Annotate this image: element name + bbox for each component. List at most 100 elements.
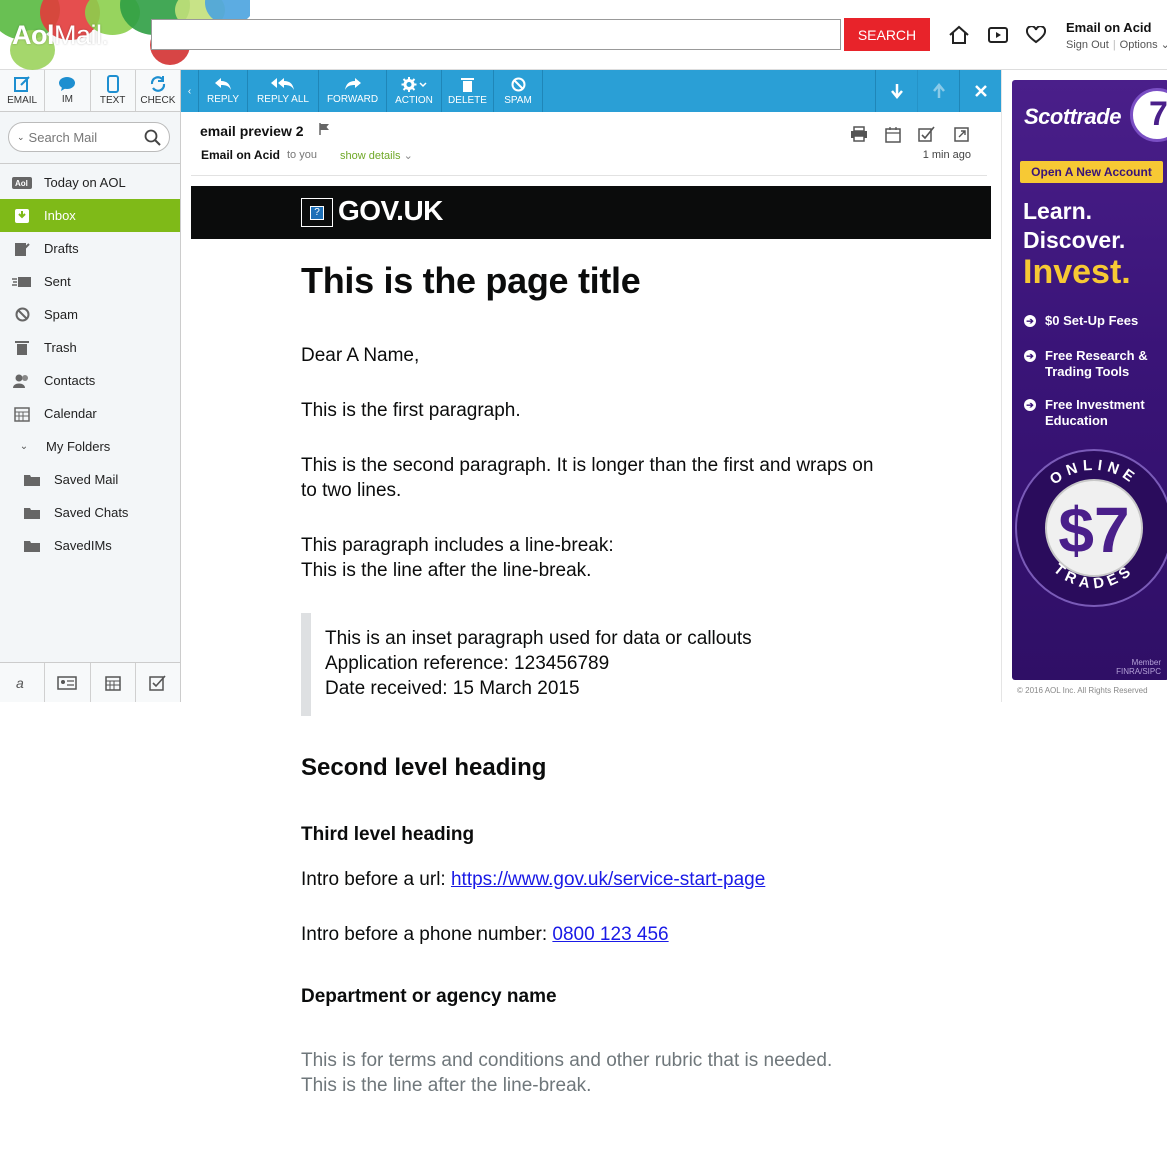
chevron-down-icon[interactable]: ⌄ — [17, 132, 25, 143]
sidebar-item-savedims[interactable]: SavedIMs — [0, 529, 180, 562]
heart-icon[interactable] — [1024, 23, 1048, 47]
compose-email-label: EMAIL — [7, 95, 38, 106]
show-details-link[interactable]: show details ⌄ — [340, 149, 413, 162]
search-button[interactable]: SEARCH — [844, 18, 930, 51]
compose-im-button[interactable]: IM — [45, 70, 91, 111]
left-sidebar: EMAIL IM TEXT CHECK ⌄ Search Mail Aol To… — [0, 70, 181, 702]
sidebar-item-saved-chats[interactable]: Saved Chats — [0, 496, 180, 529]
forward-button[interactable]: FORWARD — [319, 70, 387, 112]
check-mail-button[interactable]: CHECK — [136, 70, 180, 111]
second-level-heading: Second level heading — [301, 754, 547, 781]
open-account-button[interactable]: Open A New Account — [1020, 161, 1163, 183]
sent-icon — [12, 274, 32, 290]
flag-icon[interactable] — [319, 123, 330, 135]
add-task-button[interactable] — [917, 124, 937, 144]
reply-all-label: REPLY ALL — [257, 94, 309, 105]
application-reference: Application reference: 123456789 — [325, 653, 610, 674]
tasks-app-button[interactable] — [136, 663, 180, 702]
contacts-app-button[interactable] — [45, 663, 91, 702]
mail-app-button[interactable]: a — [0, 663, 46, 702]
sidebar-item-saved-mail[interactable]: Saved Mail — [0, 463, 180, 496]
department-name: Department or agency name — [301, 986, 557, 1007]
next-message-button[interactable] — [875, 70, 917, 112]
contacts-icon — [12, 373, 32, 389]
service-start-link[interactable]: https://www.gov.uk/service-start-page — [451, 869, 765, 890]
web-search-input[interactable] — [151, 19, 841, 50]
sidebar-item-contacts[interactable]: Contacts — [0, 364, 180, 397]
compose-email-button[interactable]: EMAIL — [0, 70, 46, 111]
previous-message-button[interactable] — [917, 70, 959, 112]
ad-invest: Invest. — [1023, 253, 1131, 291]
check-label: CHECK — [140, 95, 176, 106]
video-icon[interactable] — [986, 23, 1010, 47]
url-intro: Intro before a url: — [301, 869, 451, 890]
ad-tagline: Learn. Discover. — [1023, 197, 1125, 255]
ad-feature: ➔ $0 Set-Up Fees — [1024, 313, 1164, 329]
phone-link[interactable]: 0800 123 456 — [552, 924, 668, 945]
sidebar-item-label: Spam — [44, 307, 78, 322]
inset-callout: This is an inset paragraph used for data… — [301, 613, 901, 716]
action-menu-button[interactable]: ACTION — [387, 70, 442, 112]
reply-label: REPLY — [206, 94, 240, 105]
phone-icon — [106, 75, 119, 93]
chevron-down-icon[interactable]: ⌄ — [14, 439, 34, 455]
sidebar-item-my-folders[interactable]: ⌄ My Folders — [0, 430, 180, 463]
sidebar-item-label: Drafts — [44, 241, 79, 256]
pop-out-button[interactable] — [951, 124, 971, 144]
search-icon[interactable] — [144, 129, 161, 146]
ad-discover: Discover. — [1023, 227, 1126, 253]
ad-panel: Scottrade 7 Open A New Account Learn. Di… — [1001, 70, 1167, 702]
sidebar-item-today-on-aol[interactable]: Aol Today on AOL — [0, 166, 180, 199]
sidebar-item-label: Today on AOL — [44, 175, 126, 190]
message-toolbar: ‹ REPLY REPLY ALL FORWARD ACTION DELETE … — [181, 70, 1001, 112]
add-to-calendar-button[interactable] — [883, 124, 903, 144]
aol-mail-logo[interactable]: AolMail. — [12, 20, 109, 51]
message-header-divider — [191, 175, 987, 176]
close-message-button[interactable] — [959, 70, 1001, 112]
arrow-down-icon — [890, 84, 903, 99]
sidebar-item-inbox[interactable]: Inbox — [0, 199, 180, 232]
compose-text-label: TEXT — [99, 95, 126, 106]
reply-all-button[interactable]: REPLY ALL — [248, 70, 319, 112]
arrow-right-icon: ➔ — [1024, 399, 1036, 411]
copyright-text: © 2016 AOL Inc. All Rights Reserved — [1017, 686, 1148, 695]
email-greeting: Dear A Name, — [301, 345, 420, 366]
sidebar-item-label: Inbox — [44, 208, 76, 223]
paragraph-line: This is for terms and conditions and oth… — [301, 1050, 833, 1071]
home-icon[interactable] — [947, 23, 971, 47]
collapse-sidebar-button[interactable]: ‹ — [181, 70, 199, 112]
message-time: 1 min ago — [922, 149, 971, 161]
message-actions — [849, 124, 971, 144]
paragraph-line: This is the second paragraph. It is long… — [301, 455, 874, 476]
sidebar-item-label: Trash — [44, 340, 77, 355]
arrow-up-icon — [932, 83, 945, 98]
sidebar-item-spam[interactable]: Spam — [0, 298, 180, 331]
sidebar-item-calendar[interactable]: Calendar — [0, 397, 180, 430]
sidebar-item-trash[interactable]: Trash — [0, 331, 180, 364]
drafts-icon — [12, 241, 32, 257]
sidebar-item-label: Sent — [44, 274, 71, 289]
spam-button[interactable]: SPAM — [494, 70, 543, 112]
mail-search-field[interactable]: ⌄ Search Mail — [8, 122, 170, 152]
chevron-down-icon[interactable]: ⌄ — [1158, 39, 1167, 51]
scottrade-ad[interactable]: Scottrade 7 Open A New Account Learn. Di… — [1012, 80, 1167, 680]
reply-button[interactable]: REPLY — [199, 70, 248, 112]
sign-out-link[interactable]: Sign Out — [1066, 39, 1109, 51]
email-paragraph-1: This is the first paragraph. — [301, 400, 521, 421]
compose-text-button[interactable]: TEXT — [91, 70, 136, 111]
print-button[interactable] — [849, 124, 869, 144]
options-link[interactable]: Options — [1120, 39, 1158, 51]
third-level-heading: Third level heading — [301, 824, 475, 845]
govuk-logo-text[interactable]: GOV.UK — [338, 195, 443, 227]
sidebar-item-sent[interactable]: Sent — [0, 265, 180, 298]
contact-card-icon — [57, 675, 78, 690]
delete-button[interactable]: DELETE — [442, 70, 494, 112]
finra-line: FINRA/SIPC — [1116, 667, 1161, 676]
seven-dollar-trades-seal: ONLINE TRADES $7 — [1015, 449, 1167, 607]
message-sender[interactable]: Email on Acid — [201, 148, 280, 162]
calendar-app-button[interactable] — [91, 663, 136, 702]
folder-icon — [22, 472, 42, 488]
at-sign-icon: a — [16, 675, 24, 691]
printer-icon — [851, 126, 867, 142]
sidebar-item-drafts[interactable]: Drafts — [0, 232, 180, 265]
